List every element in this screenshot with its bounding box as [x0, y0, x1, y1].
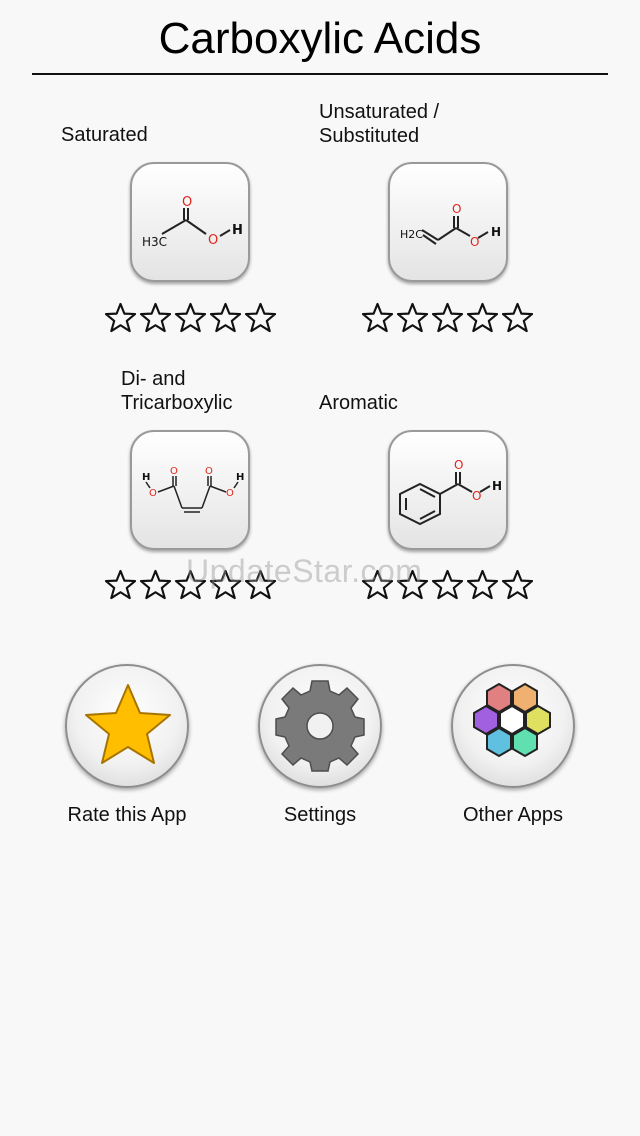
oxygen-label: O: [454, 458, 463, 472]
oxygen-label: O: [452, 202, 461, 216]
category-label-saturated: Saturated: [61, 124, 148, 146]
rating-star-icon: [140, 569, 171, 600]
category-button-dicarboxylic[interactable]: H O O O O H: [130, 430, 250, 550]
category-label-unsaturated: Unsaturated / Substituted: [319, 101, 440, 147]
rating-star-icon: [397, 302, 428, 333]
rating-star-icon: [362, 569, 393, 600]
ch2-label: H2C: [400, 228, 423, 241]
gear-icon: [275, 680, 365, 772]
acetic-acid-structure-icon: H3C O O H: [142, 195, 243, 249]
rating-star-icon: [432, 569, 463, 600]
hydrogen-label: H: [492, 479, 502, 493]
rating-star-icon: [245, 569, 276, 600]
settings-label: Settings: [283, 804, 357, 826]
rating-star-icon: [502, 302, 533, 333]
ch3-label: H3C: [142, 235, 167, 249]
hydrogen-label: H: [142, 472, 150, 483]
rating-star-icon: [502, 569, 533, 600]
rating-star-icon: [362, 302, 393, 333]
oxygen-label: O: [208, 233, 218, 248]
oxygen-label: O: [182, 195, 192, 210]
rating-stars-aromatic: [362, 569, 533, 600]
rating-star-icon: [105, 569, 136, 600]
rate-app-button[interactable]: [65, 664, 189, 788]
oxygen-label: O: [149, 488, 157, 499]
oxygen-label: O: [472, 489, 481, 503]
rating-star-icon: [467, 569, 498, 600]
star-icon: [85, 684, 171, 764]
rating-stars-saturated: [105, 302, 276, 333]
acrylic-acid-structure-icon: H2C O O H: [400, 202, 501, 249]
settings-button[interactable]: [258, 664, 382, 788]
oxygen-label: O: [470, 235, 479, 249]
rate-app-label: Rate this App: [67, 804, 187, 826]
rating-star-icon: [210, 302, 241, 333]
rating-star-icon: [175, 569, 206, 600]
category-label-aromatic: Aromatic: [319, 392, 398, 414]
other-apps-button[interactable]: [451, 664, 575, 788]
rating-stars-unsaturated: [362, 302, 533, 333]
rating-star-icon: [397, 569, 428, 600]
oxygen-label: O: [226, 488, 234, 499]
page-title: Carboxylic Acids: [158, 14, 482, 63]
rating-star-icon: [432, 302, 463, 333]
hydrogen-label: H: [236, 472, 244, 483]
title-divider: [32, 73, 608, 75]
hydrogen-label: H: [491, 225, 501, 239]
benzoic-acid-structure-icon: O O H: [399, 458, 502, 526]
rating-stars-dicarboxylic: [105, 569, 276, 600]
category-button-saturated[interactable]: H3C O O H: [130, 162, 250, 282]
hydrogen-label: H: [232, 223, 243, 238]
category-button-aromatic[interactable]: O O H: [388, 430, 508, 550]
rating-star-icon: [245, 302, 276, 333]
category-button-unsaturated[interactable]: H2C O O H: [388, 162, 508, 282]
oxygen-label: O: [170, 466, 178, 477]
rating-star-icon: [140, 302, 171, 333]
rating-star-icon: [105, 302, 136, 333]
colored-hexagons-icon: [473, 682, 551, 758]
rating-star-icon: [467, 302, 498, 333]
rating-star-icon: [210, 569, 241, 600]
other-apps-label: Other Apps: [462, 804, 564, 826]
oxygen-label: O: [205, 466, 213, 477]
category-label-dicarboxylic: Di- and Tricarboxylic: [121, 368, 233, 414]
maleic-acid-structure-icon: H O O O O H: [142, 466, 244, 513]
rating-star-icon: [175, 302, 206, 333]
